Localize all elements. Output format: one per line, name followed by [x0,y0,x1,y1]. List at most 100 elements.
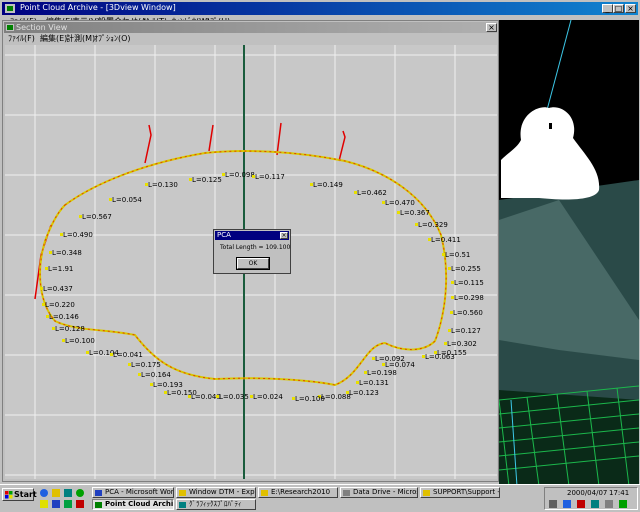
app-icon [95,502,102,508]
child-menubar: ﾌｧｲﾙ(F) 編集(E) 計測(M) ｵﾌﾟｼｮﾝ(O) [4,33,497,43]
segment-length-label: L=0.117 [255,173,285,181]
quick-launch-desktop-icon[interactable] [64,489,72,497]
display-icon [179,502,186,508]
quick-launch-explorer-icon[interactable] [40,500,48,508]
segment-length-label: L=0.411 [431,236,461,244]
quick-launch-excel-icon[interactable] [64,500,72,508]
segment-length-label: L=0.490 [63,231,93,239]
segment-length-label: L=0.462 [357,189,387,197]
start-button[interactable]: Start [2,488,37,501]
segment-length-label: L=0.130 [148,181,178,189]
segment-length-label: L=0.074 [385,361,415,369]
3d-scene [499,20,639,486]
dialog-title: PCA [217,231,231,239]
segment-length-label: L=0.041 [113,351,143,359]
segment-length-label: L=0.115 [454,279,484,287]
segment-length-label: L=0.131 [359,379,389,387]
monitor-icon[interactable] [591,500,599,508]
ime-icon[interactable] [577,500,585,508]
minimize-button[interactable]: _ [602,4,613,13]
segment-length-label: L=0.127 [451,327,481,335]
network-icon[interactable] [563,500,571,508]
segment-length-label: L=0.175 [131,361,161,369]
volume-icon[interactable] [549,500,557,508]
dialog-titlebar[interactable]: PCA × [215,231,289,240]
segment-length-label: L=0.155 [437,349,467,357]
dialog-close-button[interactable]: × [280,232,288,239]
printer-icon[interactable] [605,500,613,508]
segment-length-label: L=0.128 [55,325,85,333]
task-button-graphics-properties[interactable]: ｸﾞﾗﾌｨｯｸｽﾌﾟﾛﾊﾟﾃｨ [176,499,256,510]
segment-length-label: L=0.470 [385,199,415,207]
child-window-title: Section View [16,23,68,32]
total-length-dialog: PCA × Total Length = 109.100 OK [213,229,291,274]
segment-length-label: L=0.054 [112,196,142,204]
task-button-word[interactable]: PCA - Microsoft Word - ... [92,487,174,498]
segment-length-label: L=0.560 [453,309,483,317]
maximize-button[interactable]: □ [613,4,624,13]
quick-launch-outlook-icon[interactable] [52,489,60,497]
segment-length-label: L=0.164 [141,371,171,379]
child-menu-edit[interactable]: 編集(E) [40,33,67,44]
label-layer: L=0.130 L=0.125L=0.098 L=0.117 L=0.149 L=0.4… [40,171,484,403]
segment-length-label: L=0.100 [295,395,325,403]
task-button-research[interactable]: E:\Research2010 [258,487,338,498]
segment-length-label: L=0.125 [192,176,222,184]
quick-launch-channel-icon[interactable] [76,489,84,497]
child-menu-measure[interactable]: 計測(M) [66,33,95,44]
start-label: Start [14,490,37,499]
segment-length-label: L=0.146 [49,313,79,321]
quick-launch-ie-icon[interactable] [40,489,48,497]
segment-length-label: L=0.255 [451,265,481,273]
segment-length-label: L=0.098 [225,171,255,179]
system-tray: 2000/04/07 17:41 [544,487,638,510]
folder-icon [179,490,186,496]
minimize-icon: _ [605,4,610,13]
segment-length-label: L=0.367 [400,209,430,217]
segment-length-label: L=0.567 [82,213,112,221]
segment-length-label: L=0.193 [153,381,183,389]
segment-length-label: L=0.348 [52,249,82,257]
task-button-support[interactable]: SUPPORT\Support - Ex... [420,487,500,498]
task-button-point-cloud-archive[interactable]: Point Cloud Archive ... [92,499,174,510]
child-close-button[interactable]: × [486,23,497,32]
quick-launch-app-icon[interactable] [76,500,84,508]
taskbar: Start PCA - Microsoft Word - ... Window … [0,484,640,512]
segment-length-label: L=0.329 [418,221,448,229]
3d-viewport[interactable] [499,20,639,486]
task-button-window-dtm[interactable]: Window DTM - Explorer [176,487,256,498]
close-icon: × [627,4,634,13]
segment-length-label: L=0.149 [313,181,343,189]
child-menu-option[interactable]: ｵﾌﾟｼｮﾝ(O) [94,33,131,44]
task-button-data-drive[interactable]: Data Drive - Microsoft ... [340,487,418,498]
segment-length-label: L=1.91 [48,265,73,273]
segment-length-label: L=0.198 [367,369,397,377]
windows-logo-icon [5,491,13,499]
segment-length-label: L=0.51 [445,251,470,259]
task-scheduler-icon[interactable] [619,500,627,508]
segment-length-label: L=0.100 [65,337,95,345]
maximize-icon: □ [614,4,623,13]
drive-icon [343,490,350,496]
child-window-icon [6,24,14,31]
dialog-message: Total Length = 109.100 [220,244,291,251]
main-titlebar[interactable]: Point Cloud Archive - [3Dview Window] _ … [2,2,638,15]
child-menu-file[interactable]: ﾌｧｲﾙ(F) [8,33,35,44]
tray-time[interactable]: 17:41 [609,489,629,497]
segment-length-label: L=0.088 [321,393,351,401]
red-protrusions [34,122,346,300]
quick-launch-word-icon[interactable] [52,500,60,508]
segment-length-label: L=0.035 [219,393,249,401]
close-icon: × [281,232,287,239]
close-icon: × [488,23,495,32]
ok-button[interactable]: OK [236,257,270,270]
segment-length-label: L=0.298 [454,294,484,302]
folder-icon [423,490,430,496]
tray-date[interactable]: 2000/04/07 [567,489,607,497]
segment-length-label: L=0.123 [349,389,379,397]
close-button[interactable]: × [625,4,636,13]
segment-length-label: L=0.437 [43,285,73,293]
segment-length-label: L=0.024 [253,393,283,401]
window-title: Point Cloud Archive - [3Dview Window] [20,3,176,12]
child-titlebar[interactable]: Section View × [4,22,497,33]
